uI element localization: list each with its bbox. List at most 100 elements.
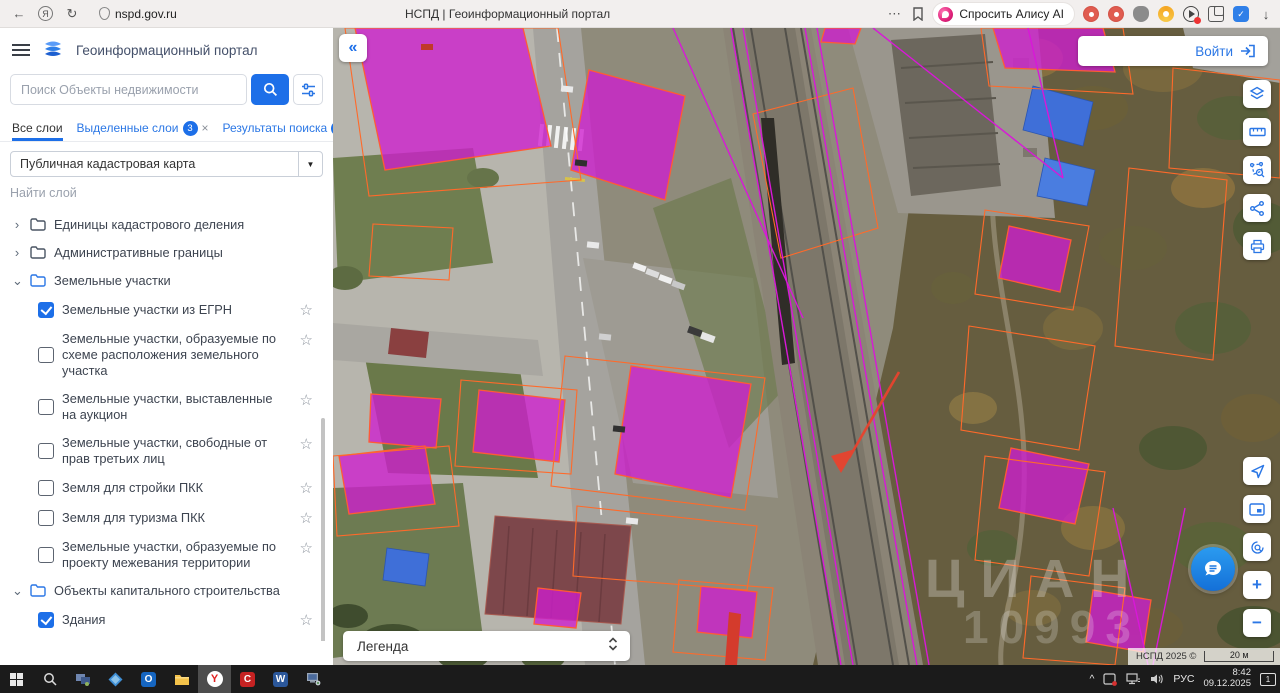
minimap-button[interactable] [1243,495,1271,523]
measure-button[interactable] [1243,118,1271,146]
geolocation-button[interactable] [1243,457,1271,485]
layer-egrn-parcels[interactable]: Земельные участки из ЕГРН ☆ [0,295,319,325]
alice-ai-button[interactable]: Спросить Алису AI [933,3,1074,25]
clock[interactable]: 8:42 09.12.2025 [1203,667,1251,690]
star-icon[interactable]: ☆ [300,301,315,319]
layer-land-construction[interactable]: Земля для стройки ПКК ☆ [0,473,319,503]
star-icon[interactable]: ☆ [300,509,315,527]
checkbox-checked[interactable] [38,611,54,628]
layer-parcels-auction[interactable]: Земельные участки, выставленные на аукци… [0,385,319,429]
checkbox[interactable] [38,442,54,459]
bookmark-icon[interactable] [912,7,924,21]
print-button[interactable] [1243,232,1271,260]
tree-folder-capital-construction[interactable]: ⌄ Объекты капитального строительства [0,577,319,605]
browser-profile-icon[interactable]: Я [38,6,53,21]
realestate-search-input[interactable] [10,74,247,105]
extension-orange-icon[interactable] [1158,6,1174,22]
taskbar-red-app[interactable]: C [231,665,264,693]
taskbar-search-button[interactable] [33,665,66,693]
layer-parcels-by-scheme[interactable]: Земельные участки, образуемые по схеме р… [0,325,319,385]
extension-tabs-icon[interactable] [1208,6,1224,22]
language-indicator[interactable]: РУС [1173,673,1194,685]
layer-label: Земельные участки, выставленные на аукци… [62,390,273,422]
taskbar-outlook-app[interactable]: O [132,665,165,693]
alice-label: Спросить Алису AI [959,7,1064,21]
tray-app-icon[interactable] [1103,672,1118,686]
coordinate-search-button[interactable] [1243,533,1271,561]
checkbox[interactable] [38,509,54,526]
star-icon[interactable]: ☆ [300,331,315,349]
taskbar-installer-app[interactable] [297,665,330,693]
chevron-down-icon[interactable]: ⌄ [12,273,23,289]
taskbar-rdp-app[interactable] [66,665,99,693]
close-icon[interactable]: × [202,121,209,135]
start-button[interactable] [0,665,33,693]
taskbar-word-app[interactable]: W [264,665,297,693]
menu-icon[interactable] [12,44,30,56]
tab-label: Все слои [12,121,63,135]
scrollbar-thumb[interactable] [321,418,325,641]
checkbox[interactable] [38,546,54,563]
tree-scrollbar[interactable] [321,418,325,641]
filter-button[interactable] [293,74,323,105]
network-icon[interactable] [1126,673,1141,685]
notification-center-icon[interactable]: 1 [1260,672,1276,686]
downloads-icon[interactable]: ↓ [1258,6,1274,22]
volume-icon[interactable] [1150,673,1164,685]
zoom-out-button[interactable]: − [1243,609,1271,637]
checkbox-checked[interactable] [38,301,54,318]
layer-buildings[interactable]: Здания ☆ [0,605,319,635]
tab-all-layers[interactable]: Все слои [12,115,63,141]
support-chat-button[interactable] [1191,547,1235,591]
chevron-down-icon[interactable]: ⌄ [12,583,23,599]
tree-folder-admin-borders[interactable]: › Административные границы [0,239,319,267]
tree-folder-cadastral-units[interactable]: › Единицы кадастрового деления [0,211,319,239]
area-search-button[interactable] [1243,156,1271,184]
ruler-icon [1248,127,1266,137]
extension-mask-icon[interactable] [1133,6,1149,22]
extension-protect-icon[interactable] [1233,6,1249,22]
search-button[interactable] [251,74,289,105]
chevron-right-icon[interactable]: › [12,245,22,260]
star-icon[interactable]: ☆ [300,391,315,409]
browser-more-icon[interactable]: ⋯ [885,6,903,22]
layer-parcels-surveying[interactable]: Земельные участки, образуемые по проекту… [0,533,319,577]
layer-structures[interactable]: Сооружения ☆ [0,635,319,641]
layer-parcels-free[interactable]: Земельные участки, свободные от прав тре… [0,429,319,473]
star-icon[interactable]: ☆ [300,479,315,497]
layer-land-tourism[interactable]: Земля для туризма ПКК ☆ [0,503,319,533]
map-select[interactable]: Публичная кадастровая карта ▼ [10,151,323,177]
extension-play-icon[interactable] [1183,6,1201,24]
zoom-in-button[interactable]: + [1243,571,1271,599]
chevron-right-icon[interactable]: › [12,217,22,232]
tree-folder-land-parcels[interactable]: ⌄ Земельные участки [0,267,319,295]
tab-selected-layers[interactable]: Выделенные слои 3 × [77,115,209,141]
star-icon[interactable]: ☆ [300,435,315,453]
address-bar[interactable]: nspd.gov.ru [99,7,177,21]
folder-open-icon [30,274,46,288]
legend-panel[interactable]: Легенда [343,631,630,661]
browser-back-icon[interactable]: ← [10,6,28,21]
checkbox[interactable] [38,479,54,496]
windows-icon [10,672,23,686]
layer-label: Объекты капитального строительства [54,582,280,598]
tab-search-results[interactable]: Результаты поиска 1 × [223,115,333,141]
layer-search-input[interactable] [10,181,323,205]
sidebar-collapse-button[interactable]: « [339,34,367,62]
star-icon[interactable]: ☆ [300,611,315,629]
share-icon [1250,200,1264,216]
extension-adblock2-icon[interactable] [1108,6,1124,22]
taskbar-crypto-app[interactable] [99,665,132,693]
checkbox[interactable] [38,346,54,363]
browser-reload-icon[interactable]: ↻ [63,6,81,22]
extension-adblock-icon[interactable] [1083,6,1099,22]
taskbar-explorer-app[interactable] [165,665,198,693]
share-button[interactable] [1243,194,1271,222]
taskbar-yandex-browser-app[interactable]: Y [198,665,231,693]
checkbox[interactable] [38,398,54,415]
layers-button[interactable] [1243,80,1271,108]
tray-expand-icon[interactable]: ^ [1089,673,1094,685]
star-icon[interactable]: ☆ [300,539,315,557]
login-button[interactable]: Войти [1078,36,1268,66]
map-canvas[interactable]: « Войти + − ЦИАН 10993 Легенда НСПД 2025… [333,28,1280,665]
